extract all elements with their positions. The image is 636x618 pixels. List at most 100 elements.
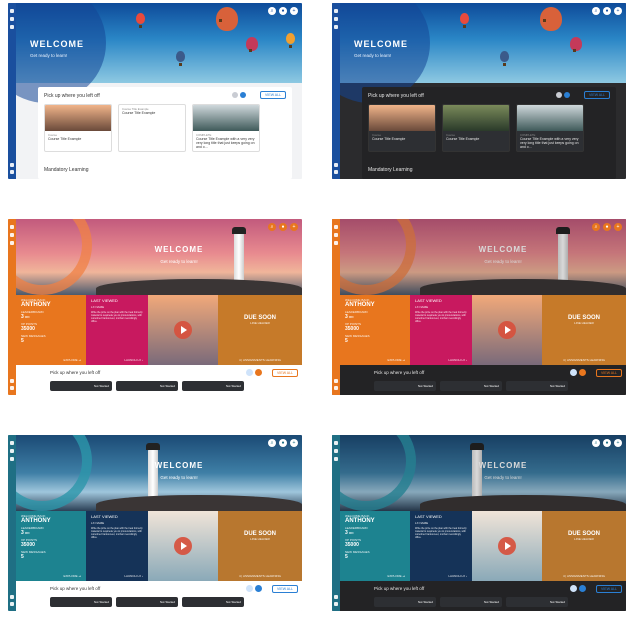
book-icon[interactable] bbox=[334, 233, 338, 237]
add-icon[interactable]: + bbox=[614, 223, 622, 231]
due-soon-tile[interactable]: DUE SOON LINE HELDER 4 | ASSIGNMENTS LEA… bbox=[218, 295, 302, 365]
course-chip[interactable]: Not Started bbox=[374, 597, 436, 607]
pager-next[interactable] bbox=[579, 585, 586, 592]
explore-link[interactable]: EXPLORE ➔ bbox=[387, 358, 405, 362]
video-thumbnail[interactable] bbox=[472, 295, 542, 365]
launch-button[interactable]: LAUNCH LX › bbox=[124, 358, 143, 362]
home-icon[interactable] bbox=[10, 225, 14, 229]
pager-next[interactable] bbox=[564, 92, 570, 98]
view-all-button[interactable]: VIEW ALL bbox=[584, 91, 610, 99]
course-card[interactable]: Course Course Title Example bbox=[368, 104, 436, 152]
pager-next[interactable] bbox=[579, 369, 586, 376]
view-all-button[interactable]: VIEW ALL bbox=[596, 369, 622, 377]
search-icon[interactable]: ⌕ bbox=[268, 7, 276, 15]
course-card[interactable]: COMPLETE Course Title Example with a very… bbox=[516, 104, 584, 152]
bell-icon[interactable]: ● bbox=[603, 7, 611, 15]
power-icon[interactable] bbox=[334, 170, 338, 174]
bell-icon[interactable]: ● bbox=[279, 439, 287, 447]
check-icon[interactable] bbox=[10, 457, 14, 461]
course-chip[interactable]: Not Started bbox=[440, 381, 502, 391]
pager-prev[interactable] bbox=[246, 585, 253, 592]
launch-button[interactable]: LAUNCH LX › bbox=[124, 574, 143, 578]
play-icon[interactable] bbox=[498, 537, 516, 555]
power-icon[interactable] bbox=[10, 170, 14, 174]
grid-icon[interactable] bbox=[10, 163, 14, 167]
add-icon[interactable]: + bbox=[290, 7, 298, 15]
grid-icon[interactable] bbox=[10, 379, 14, 383]
grid-icon[interactable] bbox=[334, 595, 338, 599]
explore-link[interactable]: EXPLORE ➔ bbox=[63, 358, 81, 362]
search-icon[interactable]: ⌕ bbox=[268, 223, 276, 231]
explore-link[interactable]: EXPLORE ➔ bbox=[63, 574, 81, 578]
book-icon[interactable] bbox=[334, 17, 338, 21]
course-card[interactable]: Course Course Title Example bbox=[442, 104, 510, 152]
pager-next[interactable] bbox=[255, 585, 262, 592]
pager-prev[interactable] bbox=[246, 369, 253, 376]
search-icon[interactable]: ⌕ bbox=[592, 439, 600, 447]
power-icon[interactable] bbox=[10, 386, 14, 390]
launch-button[interactable]: LAUNCH LX › bbox=[448, 358, 467, 362]
course-card[interactable]: Course Title Example Course Title Example bbox=[118, 104, 186, 152]
course-chip[interactable]: Not Started bbox=[116, 381, 178, 391]
book-icon[interactable] bbox=[10, 449, 14, 453]
course-chip[interactable]: Not Started bbox=[374, 381, 436, 391]
course-chip[interactable]: Not Started bbox=[182, 381, 244, 391]
grid-icon[interactable] bbox=[334, 163, 338, 167]
course-chip[interactable]: Not Started bbox=[116, 597, 178, 607]
home-icon[interactable] bbox=[334, 9, 338, 13]
book-icon[interactable] bbox=[334, 449, 338, 453]
course-chip[interactable]: Not Started bbox=[50, 597, 112, 607]
due-soon-tile[interactable]: DUE SOON LINE HELDER 4 | ASSIGNMENTS LEA… bbox=[542, 511, 626, 581]
search-icon[interactable]: ⌕ bbox=[268, 439, 276, 447]
play-icon[interactable] bbox=[174, 537, 192, 555]
bell-icon[interactable]: ● bbox=[603, 439, 611, 447]
home-icon[interactable] bbox=[334, 441, 338, 445]
course-card[interactable]: Course Course Title Example bbox=[44, 104, 112, 152]
bell-icon[interactable]: ● bbox=[603, 223, 611, 231]
search-icon[interactable]: ⌕ bbox=[592, 223, 600, 231]
view-all-button[interactable]: VIEW ALL bbox=[272, 369, 298, 377]
grid-icon[interactable] bbox=[334, 379, 338, 383]
video-thumbnail[interactable] bbox=[472, 511, 542, 581]
due-soon-tile[interactable]: DUE SOON LINE HELDER 4 | ASSIGNMENTS LEA… bbox=[218, 511, 302, 581]
check-icon[interactable] bbox=[10, 25, 14, 29]
play-icon[interactable] bbox=[174, 321, 192, 339]
power-icon[interactable] bbox=[334, 386, 338, 390]
view-all-button[interactable]: VIEW ALL bbox=[260, 91, 286, 99]
pager-next[interactable] bbox=[255, 369, 262, 376]
course-card[interactable]: COMPLETE Course Title Example with a very… bbox=[192, 104, 260, 152]
bell-icon[interactable]: ● bbox=[279, 7, 287, 15]
explore-link[interactable]: EXPLORE ➔ bbox=[387, 574, 405, 578]
video-thumbnail[interactable] bbox=[148, 295, 218, 365]
search-icon[interactable]: ⌕ bbox=[592, 7, 600, 15]
due-soon-tile[interactable]: DUE SOON LINE HELDER 4 | ASSIGNMENTS LEA… bbox=[542, 295, 626, 365]
add-icon[interactable]: + bbox=[290, 439, 298, 447]
check-icon[interactable] bbox=[334, 241, 338, 245]
add-icon[interactable]: + bbox=[290, 223, 298, 231]
grid-icon[interactable] bbox=[10, 595, 14, 599]
bell-icon[interactable]: ● bbox=[279, 223, 287, 231]
add-icon[interactable]: + bbox=[614, 439, 622, 447]
check-icon[interactable] bbox=[334, 457, 338, 461]
power-icon[interactable] bbox=[10, 602, 14, 606]
home-icon[interactable] bbox=[10, 441, 14, 445]
play-icon[interactable] bbox=[498, 321, 516, 339]
pager-prev[interactable] bbox=[556, 92, 562, 98]
pager-prev[interactable] bbox=[232, 92, 238, 98]
book-icon[interactable] bbox=[10, 233, 14, 237]
book-icon[interactable] bbox=[10, 17, 14, 21]
home-icon[interactable] bbox=[334, 225, 338, 229]
course-chip[interactable]: Not Started bbox=[50, 381, 112, 391]
course-chip[interactable]: Not Started bbox=[506, 381, 568, 391]
pager-prev[interactable] bbox=[570, 369, 577, 376]
view-all-button[interactable]: VIEW ALL bbox=[596, 585, 622, 593]
course-chip[interactable]: Not Started bbox=[440, 597, 502, 607]
check-icon[interactable] bbox=[334, 25, 338, 29]
add-icon[interactable]: + bbox=[614, 7, 622, 15]
pager-next[interactable] bbox=[240, 92, 246, 98]
video-thumbnail[interactable] bbox=[148, 511, 218, 581]
launch-button[interactable]: LAUNCH LX › bbox=[448, 574, 467, 578]
check-icon[interactable] bbox=[10, 241, 14, 245]
home-icon[interactable] bbox=[10, 9, 14, 13]
course-chip[interactable]: Not Started bbox=[182, 597, 244, 607]
